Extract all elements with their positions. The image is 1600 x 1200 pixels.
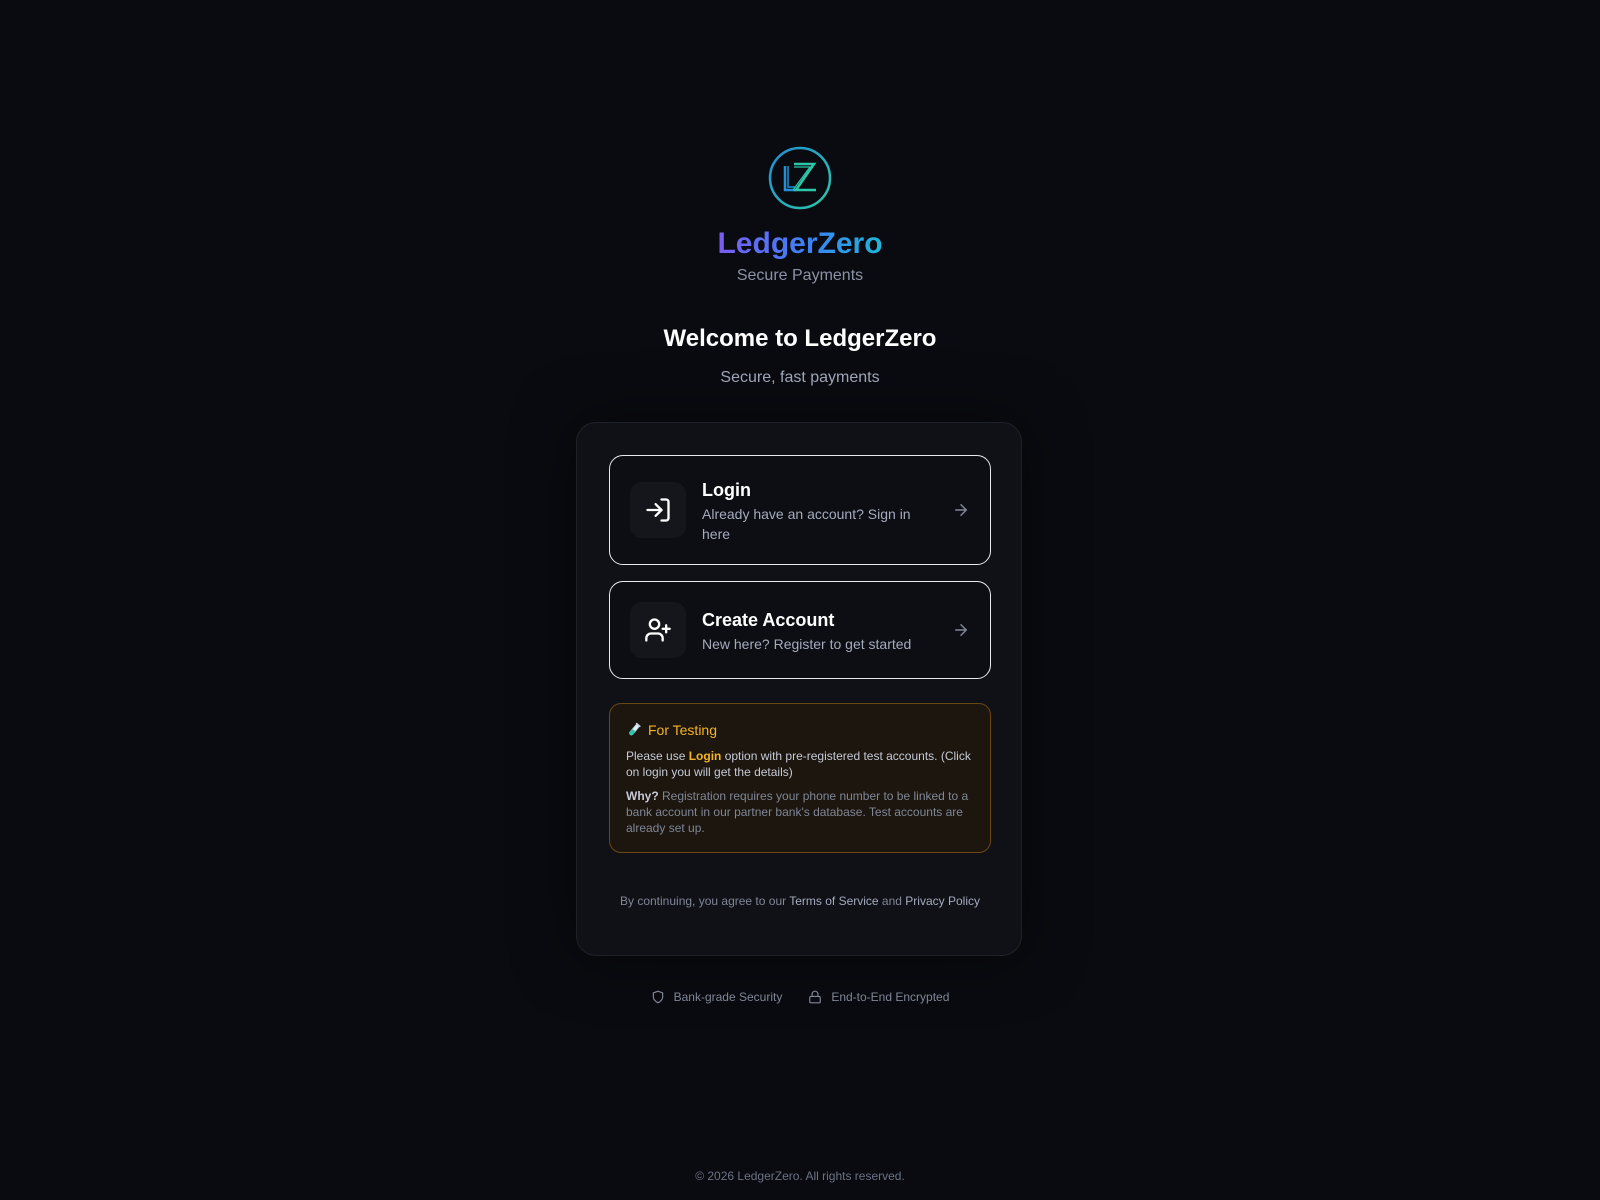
- terms-of-service-link[interactable]: Terms of Service: [789, 894, 878, 908]
- shield-icon: [652, 990, 663, 1004]
- instructions-text-start: Please use: [626, 749, 689, 763]
- create-account-option-description: New here? Register to get started: [702, 636, 912, 652]
- encryption-badge: End-to-End Encrypted: [808, 988, 949, 1006]
- security-badge-label: Bank-grade Security: [673, 990, 783, 1004]
- sign-in-icon: [630, 482, 686, 538]
- privacy-policy-link[interactable]: Privacy Policy: [905, 894, 980, 908]
- lock-icon: [809, 990, 822, 1004]
- create-account-option-text: Create Account New here? Register to get…: [702, 608, 938, 654]
- landing-page: LedgerZero Secure Payments Welcome to Le…: [0, 0, 1600, 1200]
- terms-notice: By continuing, you agree to our Terms of…: [609, 893, 991, 909]
- welcome-section: Welcome to LedgerZero Secure, fast payme…: [0, 322, 1600, 388]
- terms-prefix: By continuing, you agree to our: [620, 894, 790, 908]
- trust-badges: Bank-grade Security End-to-End Encrypted: [0, 988, 1600, 1006]
- arrow-right-icon: [955, 624, 967, 636]
- login-option-text: Login Already have an account? Sign in h…: [702, 478, 938, 544]
- footer-copyright: © 2026 LedgerZero. All rights reserved.: [695, 1169, 905, 1183]
- user-plus-icon: [630, 602, 686, 658]
- create-account-option-button[interactable]: Create Account New here? Register to get…: [609, 581, 991, 679]
- auth-card: Login Already have an account? Sign in h…: [576, 422, 1022, 956]
- encryption-badge-label: End-to-End Encrypted: [831, 990, 950, 1004]
- testing-notice-reason: Why? Registration requires your phone nu…: [626, 788, 974, 836]
- terms-conjunction: and: [878, 894, 906, 908]
- security-badge: Bank-grade Security: [651, 988, 783, 1006]
- why-text: Registration requires your phone number …: [626, 789, 969, 835]
- brand-name: LedgerZero: [717, 227, 883, 260]
- brand-header: LedgerZero Secure Payments: [0, 146, 1600, 286]
- login-highlight: Login: [688, 749, 722, 763]
- create-account-option-title: Create Account: [702, 610, 835, 630]
- lz-logo-icon: [768, 146, 832, 210]
- testing-notice: For Testing Please use Login option with…: [609, 703, 991, 853]
- login-option-description: Already have an account? Sign in here: [702, 506, 911, 542]
- testing-notice-title: For Testing: [648, 722, 717, 738]
- login-option-button[interactable]: Login Already have an account? Sign in h…: [609, 455, 991, 565]
- testing-notice-instructions: Please use Login option with pre-registe…: [626, 748, 974, 780]
- welcome-title: Welcome to LedgerZero: [663, 325, 937, 352]
- login-option-title: Login: [702, 480, 751, 500]
- testing-notice-heading: For Testing: [626, 720, 974, 740]
- why-label: Why?: [626, 789, 659, 803]
- test-tube-icon: [626, 722, 642, 738]
- arrow-right-icon: [955, 504, 967, 516]
- welcome-subtitle: Secure, fast payments: [720, 369, 880, 386]
- brand-tagline: Secure Payments: [736, 267, 864, 284]
